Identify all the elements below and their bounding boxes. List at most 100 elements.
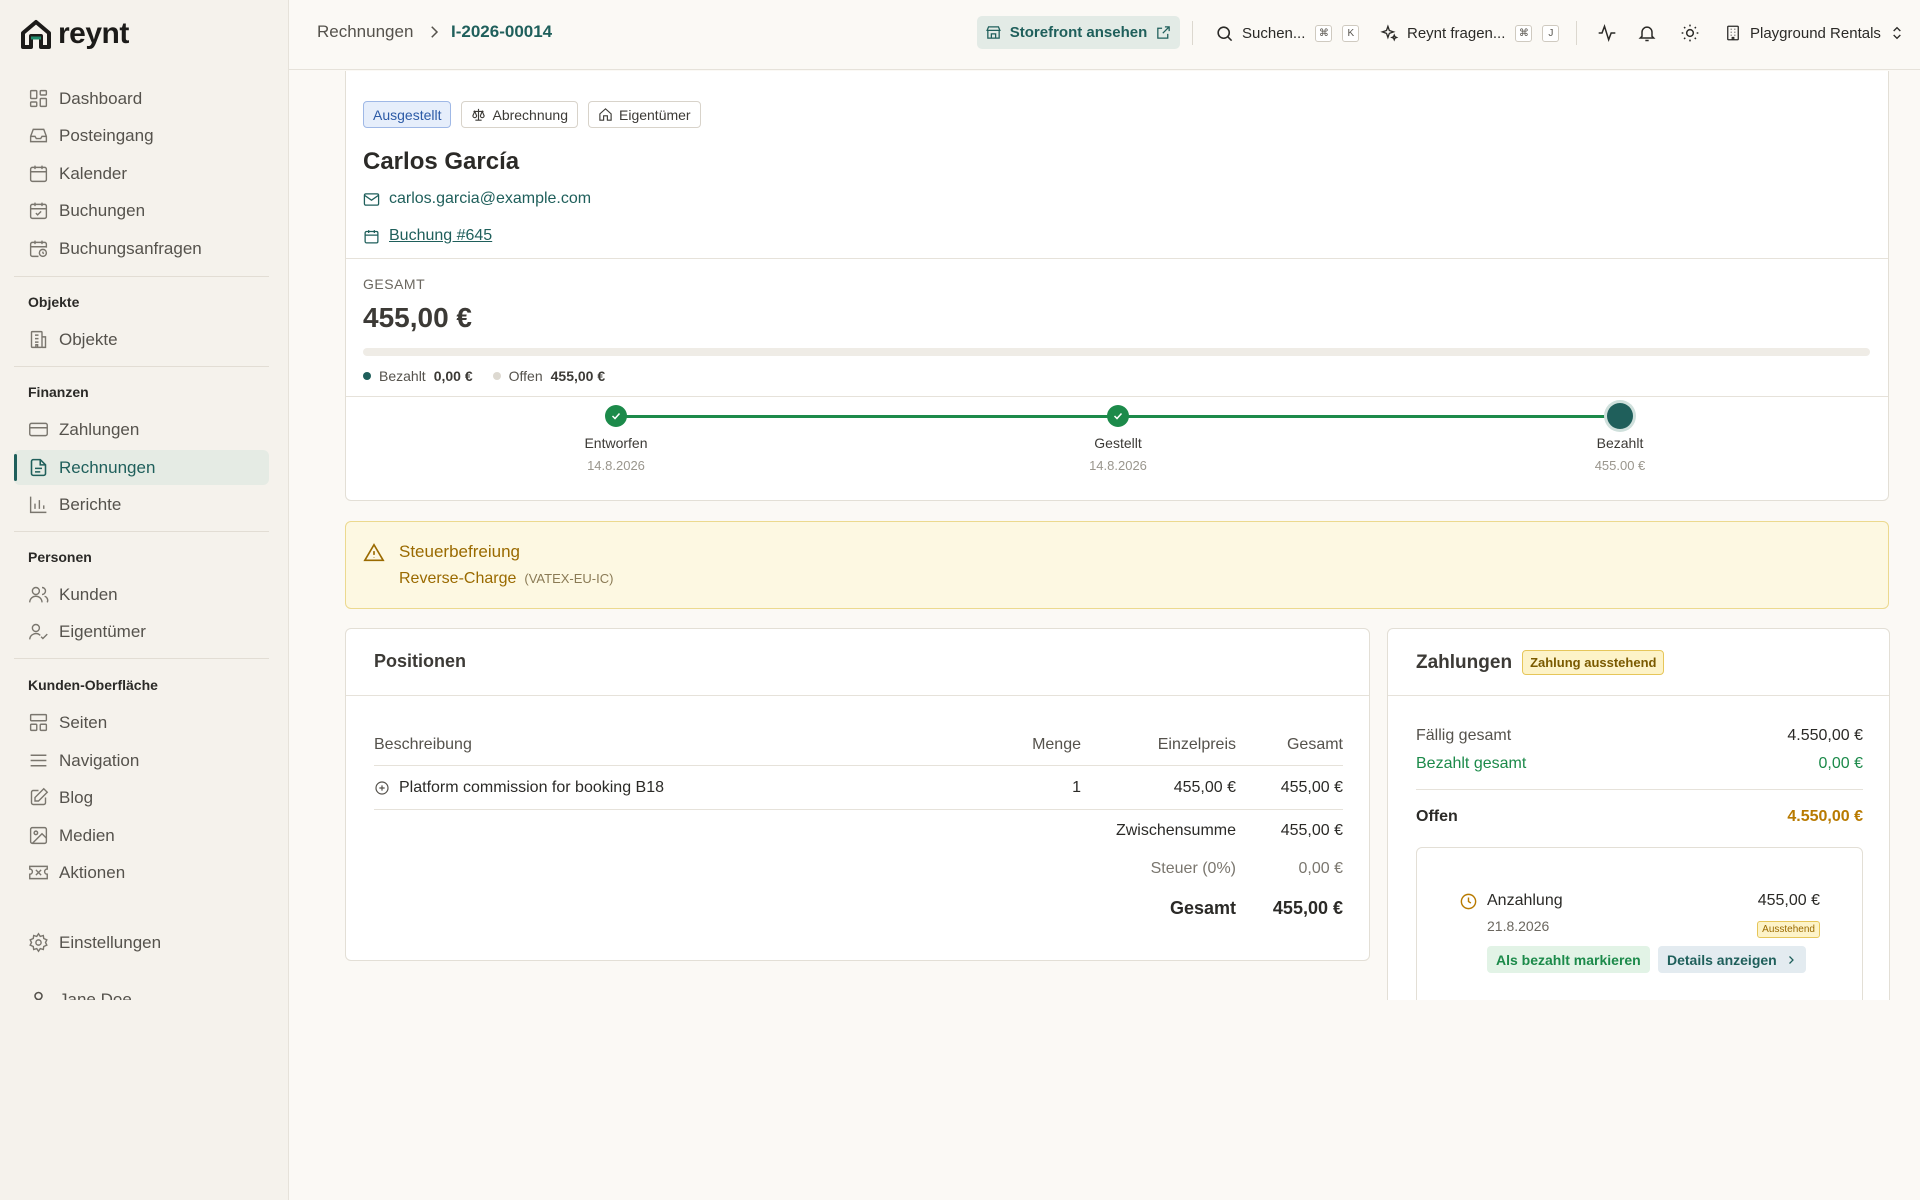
mark-as-paid-label: Als bezahlt markieren: [1496, 951, 1641, 968]
sidebar-item-label: Rechnungen: [59, 457, 156, 477]
sidebar-item-label: Einstellungen: [59, 932, 162, 952]
sidebar-item-media[interactable]: Medien: [14, 818, 269, 853]
customer-email-row: carlos.garcia@example.com: [363, 190, 591, 208]
breadcrumb-current: I-2026-00014: [451, 22, 553, 41]
open-label: Offen: [508, 368, 543, 384]
sidebar-item-invoices[interactable]: Rechnungen: [14, 450, 269, 485]
chevron-right-icon: [1788, 955, 1794, 964]
user-check-icon: [29, 623, 48, 640]
timeline-step-label: Entworfen: [584, 435, 648, 451]
paid-dot: [363, 372, 371, 380]
ticket-icon: [29, 865, 48, 880]
sidebar-item-pages[interactable]: Seiten: [14, 705, 269, 740]
grand-total-value: 455,00 €: [1272, 898, 1343, 918]
calendar-check-icon: [29, 202, 48, 220]
store-icon: [985, 26, 1001, 39]
sidebar-item-label: Aktionen: [59, 862, 126, 882]
brand-name: reynt: [58, 17, 129, 50]
recipient-badge: Eigentümer: [588, 101, 701, 128]
sidebar-item-actions[interactable]: Aktionen: [14, 855, 269, 890]
payment-entry-date: 21.8.2026: [1487, 918, 1550, 934]
timeline-step-date: 14.8.2026: [1089, 458, 1147, 473]
search-button[interactable]: Suchen... ⌘ K: [1215, 18, 1360, 48]
tax-value: 0,00 €: [1298, 860, 1343, 877]
notifications-button[interactable]: [1634, 20, 1660, 46]
sidebar-item-payments[interactable]: Zahlungen: [14, 412, 269, 447]
tax-notice-title: Steuerbefreiung: [399, 542, 520, 561]
theme-toggle-button[interactable]: [1677, 20, 1703, 46]
tax-notice-reason: Reverse-Charge: [399, 570, 517, 587]
tax-notice-reason-row: Reverse-Charge (VATEX-EU-IC): [399, 570, 613, 588]
breadcrumb-parent-link[interactable]: Rechnungen: [317, 22, 413, 42]
sidebar-item-reports[interactable]: Berichte: [14, 487, 269, 522]
column-header-description: Beschreibung: [374, 736, 472, 753]
kbd-key: J: [1542, 24, 1560, 42]
bell-icon: [1638, 26, 1656, 42]
sidebar-item-calendar[interactable]: Kalender: [14, 156, 269, 191]
column-header-quantity: Menge: [1032, 736, 1081, 753]
user-icon: [34, 991, 43, 1000]
credit-card-icon: [29, 422, 48, 437]
activity-button[interactable]: [1594, 20, 1620, 46]
house-logo-icon: [21, 20, 51, 49]
sidebar-item-booking-requests[interactable]: Buchungsanfragen: [14, 231, 269, 266]
sidebar-item-inbox[interactable]: Posteingang: [14, 118, 269, 153]
chevron-right-icon: [431, 26, 439, 38]
type-badge: Abrechnung: [461, 101, 578, 128]
divider: [1416, 789, 1863, 790]
kbd-key: ⌘: [1515, 24, 1533, 42]
image-icon: [29, 826, 48, 845]
payment-status-badge: Zahlung ausstehend: [1522, 650, 1665, 675]
sidebar-item-blog[interactable]: Blog: [14, 780, 269, 815]
sidebar-section-title: Objekte: [28, 294, 80, 310]
search-icon: [1217, 25, 1233, 41]
storefront-button[interactable]: Storefront ansehen: [977, 16, 1180, 49]
ask-ai-button[interactable]: Reynt fragen... ⌘ J: [1380, 18, 1560, 48]
timeline-step-amount: 455.00 €: [1594, 458, 1646, 473]
user-menu[interactable]: Jane Doe: [14, 982, 269, 1000]
plus-circle-icon[interactable]: [374, 780, 390, 796]
sidebar-item-label: Blog: [59, 787, 94, 807]
sidebar-item-customers[interactable]: Kunden: [14, 577, 269, 612]
positions-card: Positionen Beschreibung Menge Einzelprei…: [345, 628, 1370, 961]
sidebar-item-label: Posteingang: [59, 125, 154, 145]
app-root: reynt Dashboard Posteingang Kalender Buc…: [0, 0, 1920, 1200]
payment-entry[interactable]: Anzahlung 21.8.2026 455,00 € Ausstehend …: [1416, 847, 1863, 1000]
inbox-icon: [29, 128, 48, 143]
grand-total-label: Gesamt: [1169, 898, 1236, 918]
payment-progress-bar: [363, 348, 1870, 356]
sidebar-item-settings[interactable]: Einstellungen: [14, 925, 269, 960]
sidebar-item-label: Kunden: [59, 584, 118, 604]
sidebar-item-dashboard[interactable]: Dashboard: [14, 81, 269, 116]
customer-email-link[interactable]: carlos.garcia@example.com: [389, 190, 591, 208]
sparkles-icon: [1380, 23, 1399, 42]
row-total: 455,00 €: [1280, 779, 1343, 796]
open-total-label: Offen: [1416, 808, 1458, 825]
storefront-label: Storefront ansehen: [1009, 24, 1148, 41]
tax-exemption-notice: Steuerbefreiung Reverse-Charge (VATEX-EU…: [345, 521, 1889, 609]
booking-link[interactable]: Buchung #645: [389, 227, 492, 245]
payment-entry-status-badge: Ausstehend: [1757, 921, 1820, 938]
timeline-step-issued: Gestellt 14.8.2026: [1038, 405, 1198, 473]
type-badge-label: Abrechnung: [492, 106, 568, 123]
sidebar-divider: [14, 531, 269, 532]
row-description: Platform commission for booking B18: [399, 779, 664, 796]
open-value: 455,00 €: [550, 368, 606, 384]
sidebar-scroll-area[interactable]: reynt Dashboard Posteingang Kalender Buc…: [0, 0, 289, 1000]
divider: [346, 695, 1369, 696]
sidebar-item-navigation[interactable]: Navigation: [14, 743, 269, 778]
status-badge: Ausgestellt: [363, 101, 452, 128]
brand-logo[interactable]: reynt: [20, 16, 129, 52]
subtotal-label: Zwischensumme: [1115, 822, 1236, 839]
sidebar-item-bookings[interactable]: Buchungen: [14, 193, 269, 228]
organization-switcher[interactable]: Playground Rentals: [1724, 18, 1905, 48]
main-content[interactable]: Ausgestellt Abrechnung Eigentümer Carlos…: [289, 71, 1920, 1000]
current-step-indicator: [1607, 403, 1633, 429]
sidebar-item-owners[interactable]: Eigentümer: [14, 614, 269, 649]
sidebar-item-objects[interactable]: Objekte: [14, 322, 269, 357]
bar-chart-icon: [29, 496, 47, 514]
mark-as-paid-button[interactable]: Als bezahlt markieren: [1487, 946, 1650, 973]
sidebar: reynt Dashboard Posteingang Kalender Buc…: [0, 0, 289, 1200]
total-label: GESAMT: [363, 276, 426, 292]
show-details-button[interactable]: Details anzeigen: [1658, 946, 1806, 973]
